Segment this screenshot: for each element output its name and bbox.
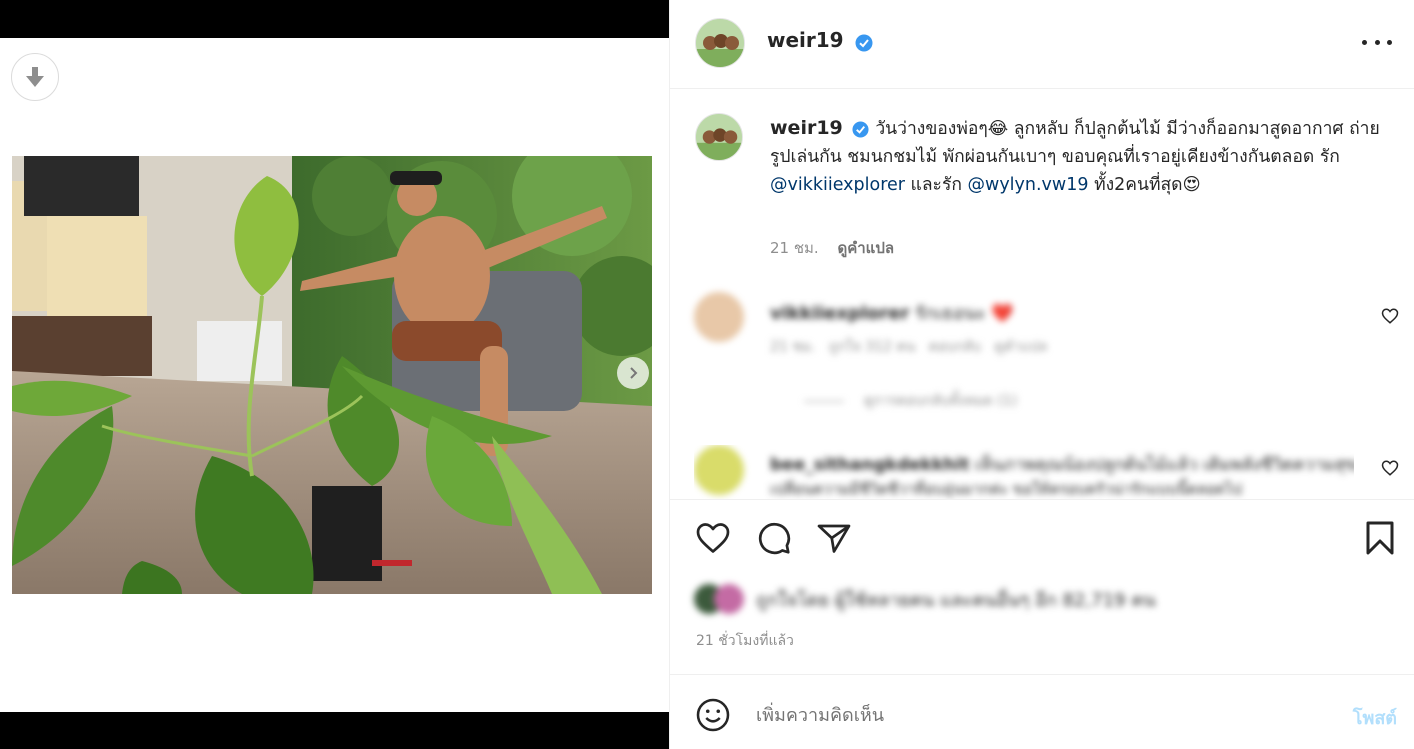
post-time[interactable]: 21 ชั่วโมงที่แล้ว	[696, 630, 794, 652]
comment-icon[interactable]	[756, 520, 792, 556]
post-photo[interactable]	[12, 156, 652, 594]
verified-badge-icon	[855, 34, 873, 51]
post-comment-button[interactable]: โพสต์	[1353, 703, 1397, 732]
caption-text: และรัก	[904, 175, 968, 195]
next-photo-button[interactable]	[617, 357, 649, 389]
more-dot-icon	[1374, 39, 1380, 45]
likes-summary[interactable]: ถูกใจโดย ผู้ใช้หลายคน และคนอื่นๆ อีก 82,…	[694, 584, 1156, 614]
avatar[interactable]	[695, 18, 745, 68]
mention-link[interactable]: @vikkiiexplorer	[770, 175, 905, 195]
comment-text: รักเธอนะ ❤️	[915, 303, 1014, 324]
comment-input[interactable]	[756, 699, 1316, 731]
download-button[interactable]	[11, 53, 59, 101]
caption-avatar[interactable]	[695, 113, 743, 161]
header-username[interactable]: weir19	[767, 28, 844, 52]
comment-like-heart-icon[interactable]	[1381, 307, 1399, 325]
comment-username[interactable]: bee_sithangkdekkhit	[770, 455, 969, 475]
mention-link[interactable]: @wylyn.vw19	[968, 175, 1089, 195]
caption-age: 21 ชม.	[770, 239, 819, 257]
emoji-icon[interactable]	[695, 697, 731, 733]
comment-like-heart-icon[interactable]	[1381, 459, 1399, 477]
liker-avatar	[714, 584, 744, 614]
more-options-button[interactable]	[1362, 30, 1392, 54]
likes-text: ถูกใจโดย ผู้ใช้หลายคน และคนอื่นๆ อีก 82,…	[756, 589, 1156, 611]
share-icon[interactable]	[816, 520, 852, 556]
media-panel	[0, 0, 669, 749]
caption-username[interactable]: weir19	[770, 117, 843, 139]
verified-badge-icon	[852, 120, 869, 138]
letterbox-bottom	[0, 712, 669, 749]
comment-text: เห็นภาพคุณน้องปลูกต้นไม้แล้ว เติมพลังชีว…	[974, 455, 1354, 475]
post-header: weir19	[670, 0, 1414, 89]
action-bar	[670, 499, 1414, 579]
like-heart-icon[interactable]	[695, 520, 731, 556]
caption-meta: 21 ชม. ดูคำแปล	[770, 236, 894, 260]
commenter-avatar[interactable]	[694, 445, 744, 495]
more-dot-icon	[1387, 39, 1392, 45]
comment: bee_sithangkdekkhit เห็นภาพคุณน้องปลูกต้…	[694, 445, 1354, 500]
view-replies-button[interactable]: ดูการตอบกลับทั้งหมด (1)	[804, 390, 1017, 412]
more-dot-icon	[1362, 39, 1367, 45]
comment-text-continued: เปลี่ยนความมีชีวิตชีวาที่อบอุ่นมากค่ะ ขอ…	[770, 480, 1242, 498]
translate-button[interactable]: ดูคำแปล	[837, 239, 894, 257]
post-details-panel: weir19 weir19 วันว่างของพ่อๆ😂 ลูกหลับ ก็…	[669, 0, 1414, 749]
commenter-avatar[interactable]	[694, 292, 744, 342]
comment-username[interactable]: vikkiiexplorer	[770, 303, 909, 324]
header-user: weir19	[767, 28, 873, 52]
caption-text: ทั้ง2คนที่สุด😍	[1088, 175, 1201, 195]
comment: vikkiiexplorer รักเธอนะ ❤️ 21 ชม. ถูกใจ …	[694, 292, 1374, 409]
comment-meta: 21 ชม. ถูกใจ 312 คน ตอบกลับ ดูคำแปล	[770, 339, 1048, 355]
bookmark-icon[interactable]	[1363, 520, 1397, 556]
download-arrow-icon	[26, 67, 44, 87]
letterbox-top	[0, 0, 669, 38]
post-caption: weir19 วันว่างของพ่อๆ😂 ลูกหลับ ก็ปลูกต้น…	[770, 114, 1390, 199]
chevron-right-icon	[630, 367, 638, 379]
add-comment-bar: โพสต์	[670, 674, 1414, 749]
